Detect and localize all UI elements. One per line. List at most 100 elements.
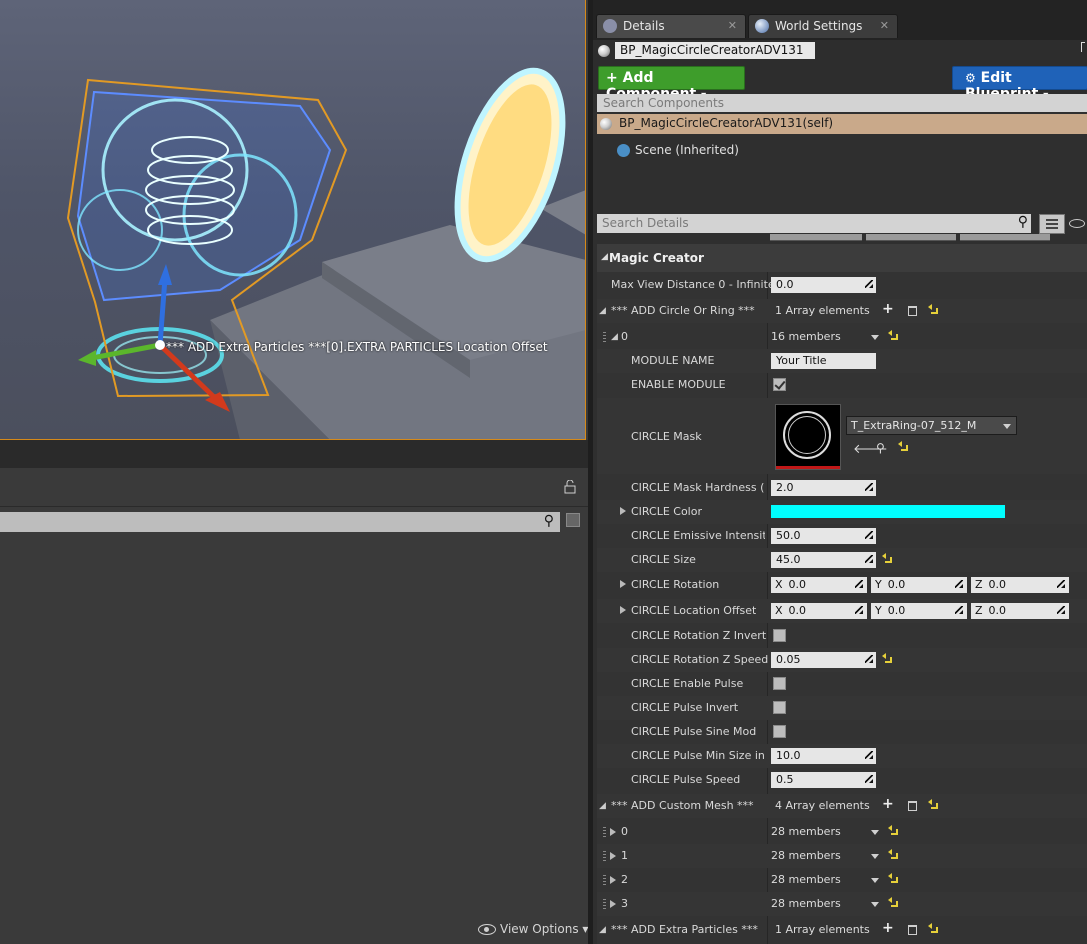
expand-arrow-icon[interactable] [620,606,626,614]
reset-default-icon[interactable] [928,304,938,314]
rotation-y-input[interactable]: Y 0.0 [871,577,967,593]
reset-default-icon[interactable] [928,799,938,809]
chevron-down-icon[interactable] [871,854,879,859]
tab-details[interactable]: Details ✕ [596,14,746,38]
drag-handle-icon[interactable] [1057,580,1065,588]
drag-handle-icon[interactable] [855,580,863,588]
pulse-speed-input[interactable]: 0.5 [771,772,876,788]
pulse-sine-checkbox[interactable] [773,725,786,738]
pulse-min-size-input[interactable]: 10.0 [771,748,876,764]
rotation-z-invert-checkbox[interactable] [773,629,786,642]
viewport-status-bar [0,440,588,468]
section-magic-creator[interactable]: ◢ Magic Creator [597,244,1087,272]
drag-handle-icon[interactable] [865,531,873,539]
level-viewport[interactable]: *** ADD Extra Particles ***[0].EXTRA PAR… [0,0,586,440]
collapse-arrow-icon[interactable]: ◢ [611,332,618,342]
enable-pulse-checkbox[interactable] [773,677,786,690]
emissive-intensity-input[interactable]: 50.0 [771,528,876,544]
add-element-icon[interactable]: + [882,920,894,936]
chevron-down-icon[interactable] [871,878,879,883]
reset-default-icon[interactable] [882,653,892,663]
expand-arrow-icon[interactable] [620,507,626,515]
drag-handle-icon[interactable] [955,580,963,588]
chevron-down-icon[interactable] [871,902,879,907]
drag-grip-icon[interactable] [603,899,606,909]
array-count: 4 Array elements [775,799,870,812]
close-icon[interactable]: ✕ [728,19,737,32]
blueprint-name-field[interactable]: BP_MagicCircleCreatorADV131 [615,42,815,59]
trash-icon[interactable] [908,925,917,935]
drag-handle-icon[interactable] [865,775,873,783]
tab-world-settings[interactable]: World Settings ✕ [748,14,898,38]
pulse-invert-checkbox[interactable] [773,701,786,714]
drag-grip-icon[interactable] [603,851,606,861]
search-details-input[interactable]: Search Details ⚲ [597,214,1031,233]
reset-default-icon[interactable] [928,923,938,933]
texture-thumbnail[interactable] [775,404,841,470]
enable-module-checkbox[interactable] [773,378,786,391]
search-components-input[interactable]: Search Components [597,94,1087,112]
eye-icon[interactable] [1069,219,1085,228]
add-element-icon[interactable]: + [882,301,894,317]
add-component-button[interactable]: + Add Component ▾ [598,66,745,102]
view-options-button[interactable]: View Options ▾ [478,922,588,936]
close-icon[interactable]: ✕ [880,19,889,32]
drag-handle-icon[interactable] [865,280,873,288]
reset-default-icon[interactable] [898,441,908,451]
trash-icon[interactable] [908,801,917,811]
drag-handle-icon[interactable] [955,606,963,614]
drag-grip-icon[interactable] [603,332,606,342]
location-z-input[interactable]: Z 0.0 [971,603,1069,619]
drag-handle-icon[interactable] [865,751,873,759]
expand-arrow-icon[interactable] [610,852,616,860]
location-y-input[interactable]: Y 0.0 [871,603,967,619]
expand-arrow-icon[interactable] [610,876,616,884]
module-name-input[interactable]: Your Title [771,353,876,369]
circle-size-input[interactable]: 45.0 [771,552,876,568]
collapse-arrow-icon[interactable]: ◢ [599,925,606,935]
reset-default-icon[interactable] [888,825,898,835]
rotation-x-input[interactable]: X 0.0 [771,577,867,593]
chevron-down-icon[interactable] [871,335,879,340]
property-matrix-button[interactable] [1039,214,1065,234]
collapse-arrow-icon[interactable]: ◢ [599,801,606,811]
field-value: 0.0 [988,604,1007,617]
edit-blueprint-button[interactable]: ⚙ Edit Blueprint ▾ [952,66,1087,102]
save-icon[interactable] [566,513,580,527]
reset-default-icon[interactable] [888,897,898,907]
drag-handle-icon[interactable] [1057,606,1065,614]
property-label: CIRCLE Pulse Min Size in % [631,749,765,762]
reset-default-icon[interactable] [888,849,898,859]
component-self-item[interactable]: BP_MagicCircleCreatorADV131(self) [597,114,1087,134]
rotation-speed-input[interactable]: 0.05 [771,652,876,668]
drag-grip-icon[interactable] [603,875,606,885]
expand-arrow-icon[interactable] [610,828,616,836]
component-scene-item[interactable]: Scene (Inherited) [617,142,917,160]
lock-icon[interactable] [564,479,576,494]
mask-hardness-input[interactable]: 2.0 [771,480,876,496]
expand-arrow-icon[interactable] [620,580,626,588]
chevron-down-icon[interactable] [871,830,879,835]
texture-asset-dropdown[interactable]: T_ExtraRing-07_512_M [846,416,1017,435]
browse-search-icon[interactable]: ⚲ [876,441,885,455]
trash-icon[interactable] [908,306,917,316]
field-value: 0.0 [788,604,807,617]
add-element-icon[interactable]: + [882,796,894,812]
drag-handle-icon[interactable] [865,483,873,491]
rotation-z-input[interactable]: Z 0.0 [971,577,1069,593]
drag-handle-icon[interactable] [855,606,863,614]
circle-color-swatch[interactable] [771,505,1005,518]
reset-default-icon[interactable] [888,873,898,883]
property-label: CIRCLE Pulse Sine Mod [631,725,757,738]
reset-default-icon[interactable] [882,553,892,563]
drag-handle-icon[interactable] [865,655,873,663]
reset-default-icon[interactable] [888,330,898,340]
location-x-input[interactable]: X 0.0 [771,603,867,619]
drag-grip-icon[interactable] [603,827,606,837]
max-view-distance-input[interactable]: 0.0 [771,277,876,293]
drag-handle-icon[interactable] [865,555,873,563]
left-search-input[interactable]: ⚲ [0,512,560,532]
expand-arrow-icon[interactable] [610,900,616,908]
lock-icon[interactable] [1081,42,1085,52]
collapse-arrow-icon[interactable]: ◢ [599,306,606,316]
